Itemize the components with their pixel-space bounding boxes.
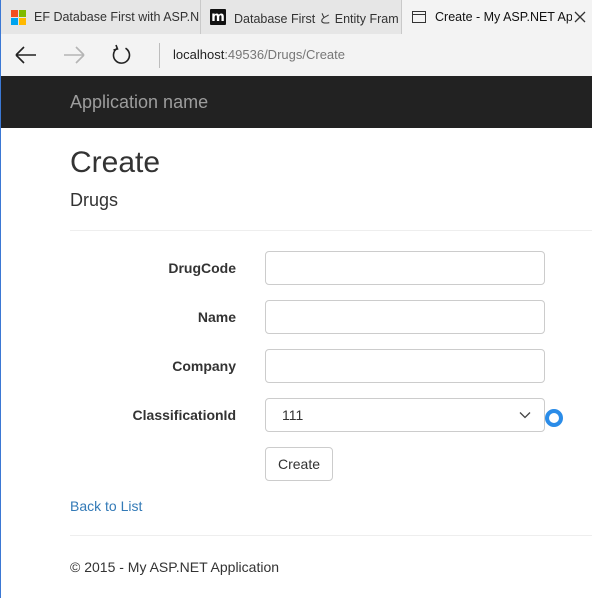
company-label: Company <box>172 358 236 374</box>
back-to-list-link[interactable]: Back to List <box>70 498 142 514</box>
tab-title: Create - My ASP.NET Ap <box>435 10 572 24</box>
name-input[interactable] <box>265 300 545 334</box>
browser-tab-database-first-entity[interactable]: m Database First と Entity Fram <box>201 0 402 34</box>
drugcode-label: DrugCode <box>168 260 236 276</box>
classificationid-select[interactable]: 111 <box>265 398 545 432</box>
create-button[interactable]: Create <box>265 447 333 481</box>
divider <box>70 535 592 536</box>
browser-tab-strip: EF Database First with ASP.N m Database … <box>0 0 592 34</box>
site-navbar: Application name <box>0 76 592 128</box>
refresh-icon[interactable] <box>109 43 135 67</box>
page-title: Create <box>70 146 161 179</box>
classificationid-selected-value: 111 <box>282 407 304 423</box>
browser-tab-ef-database-first[interactable]: EF Database First with ASP.N <box>1 0 201 34</box>
m-logo-icon: m <box>210 9 226 25</box>
url-path: :49536/Drugs/Create <box>224 47 345 62</box>
classificationid-label: ClassificationId <box>132 407 236 423</box>
brand-link[interactable]: Application name <box>70 92 208 113</box>
drugcode-input[interactable] <box>265 251 545 285</box>
footer-text: © 2015 - My ASP.NET Application <box>70 559 280 575</box>
tab-title: EF Database First with ASP.N <box>34 10 200 24</box>
company-input[interactable] <box>265 349 545 383</box>
microsoft-logo-icon <box>10 9 26 25</box>
toolbar-divider <box>159 43 160 68</box>
browser-tab-create-active[interactable]: Create - My ASP.NET Ap <box>402 0 592 34</box>
classificationid-row: ClassificationId 111 <box>1 398 592 432</box>
name-row: Name <box>1 300 592 334</box>
company-row: Company <box>1 349 592 383</box>
page-icon <box>411 9 427 25</box>
loading-spinner-icon <box>544 408 564 428</box>
drugcode-row: DrugCode <box>1 251 592 285</box>
divider <box>70 230 592 231</box>
browser-toolbar: localhost:49536/Drugs/Create <box>0 34 592 76</box>
url-host: localhost <box>173 47 225 62</box>
tab-title: Database First と Entity Fram <box>234 11 399 26</box>
page-subtitle: Drugs <box>70 190 119 210</box>
name-label: Name <box>197 309 236 325</box>
forward-arrow-icon[interactable] <box>61 43 87 67</box>
address-bar[interactable]: localhost:49536/Drugs/Create <box>173 47 345 62</box>
back-arrow-icon[interactable] <box>13 43 39 67</box>
chevron-down-icon <box>518 408 532 422</box>
close-icon[interactable] <box>572 9 588 25</box>
page-content: Create Drugs DrugCode Name Company Class… <box>0 128 592 598</box>
